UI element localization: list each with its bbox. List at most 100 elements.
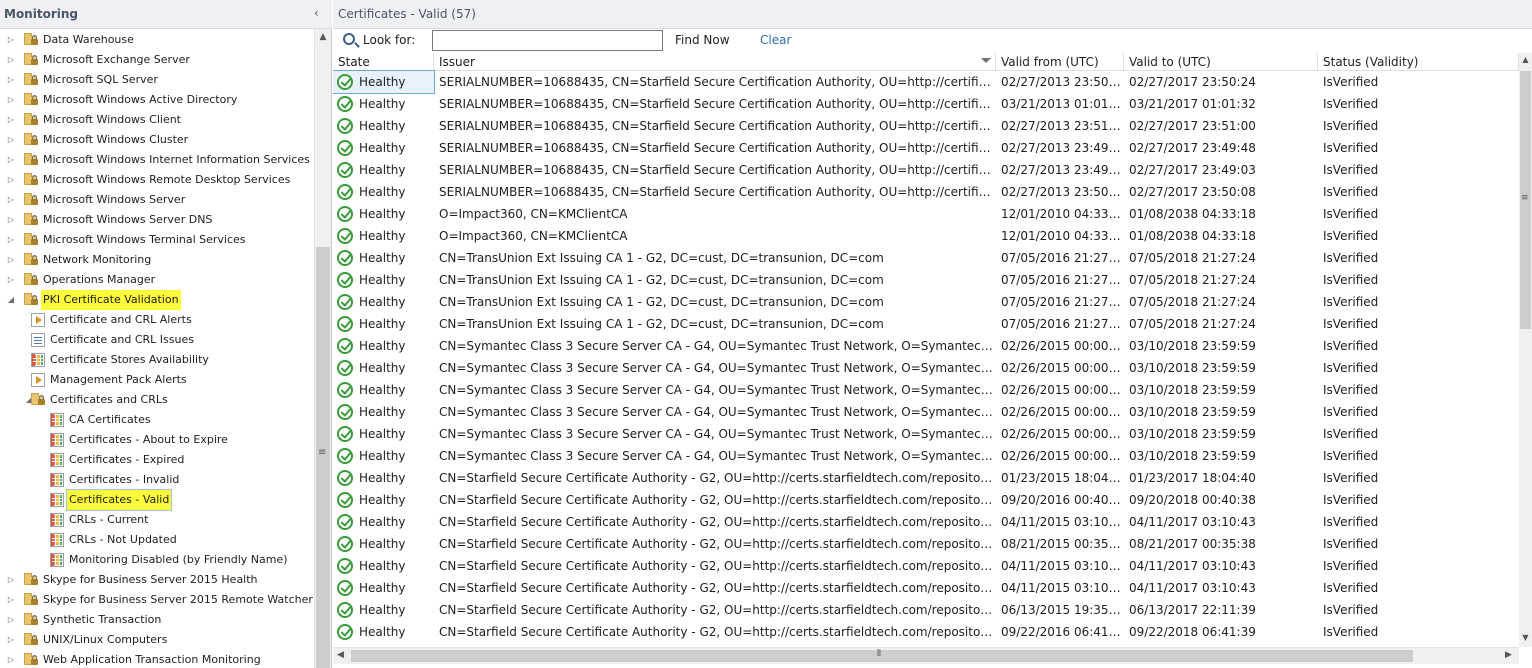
tree-item[interactable]: Certificate and CRL Alerts bbox=[0, 310, 314, 330]
grid-horizontal-scrollbar-thumb[interactable] bbox=[351, 650, 1413, 662]
expand-arrow-icon[interactable]: ▷ bbox=[6, 190, 16, 210]
issuer-cell: CN=Starfield Secure Certificate Authorit… bbox=[439, 515, 996, 529]
tree-item[interactable]: ▷ Microsoft Windows Terminal Services bbox=[0, 230, 314, 250]
expand-arrow-icon[interactable]: ▷ bbox=[6, 70, 16, 90]
expand-arrow-icon[interactable]: ▷ bbox=[6, 230, 16, 250]
collapse-pane-button[interactable]: ‹ bbox=[314, 6, 319, 20]
scroll-right-arrow-icon[interactable]: ▶ bbox=[1505, 650, 1512, 660]
tree-item[interactable]: ▷ Microsoft Windows Internet Information … bbox=[0, 150, 314, 170]
tree-item[interactable]: ◢ Certificates and CRLs bbox=[0, 390, 314, 410]
state-text: Healthy bbox=[359, 625, 406, 639]
table-row[interactable]: Healthy SERIALNUMBER=10688435, CN=Starfie… bbox=[333, 93, 1519, 115]
expand-arrow-icon[interactable]: ▷ bbox=[6, 30, 16, 50]
tree-item[interactable]: ▷ Microsoft Windows Remote Desktop Servic… bbox=[0, 170, 314, 190]
expand-arrow-icon[interactable]: ▷ bbox=[6, 570, 16, 590]
grid-vertical-scrollbar[interactable]: ▲ ≡ ▼ bbox=[1519, 53, 1532, 647]
expand-arrow-icon[interactable]: ▷ bbox=[6, 250, 16, 270]
tree-item[interactable]: ▷ Web Application Transaction Monitoring bbox=[0, 650, 314, 668]
expand-arrow-icon[interactable]: ▷ bbox=[6, 170, 16, 190]
tree-item[interactable]: Certificates - Invalid bbox=[0, 470, 314, 490]
expand-arrow-icon[interactable]: ▷ bbox=[6, 150, 16, 170]
table-row[interactable]: Healthy O=Impact360, CN=KMClientCA 12/01/2… bbox=[333, 225, 1519, 247]
table-row[interactable]: Healthy CN=Symantec Class 3 Secure Server… bbox=[333, 401, 1519, 423]
scroll-up-arrow-icon[interactable]: ▲ bbox=[1519, 55, 1532, 64]
expand-arrow-icon[interactable]: ▷ bbox=[6, 110, 16, 130]
tree-item[interactable]: ▷ Skype for Business Server 2015 Health bbox=[0, 570, 314, 590]
column-header-valid-to[interactable]: Valid to (UTC) bbox=[1124, 53, 1318, 71]
table-row[interactable]: Healthy CN=Symantec Class 3 Secure Server… bbox=[333, 445, 1519, 467]
look-for-input[interactable] bbox=[432, 30, 663, 51]
expand-arrow-icon[interactable]: ▷ bbox=[6, 210, 16, 230]
scroll-up-arrow-icon[interactable]: ▲ bbox=[315, 29, 331, 45]
tree-item[interactable]: CRLs - Not Updated bbox=[0, 530, 314, 550]
column-header-status[interactable]: Status (Validity) bbox=[1318, 53, 1519, 71]
tree-item[interactable]: ▷ Synthetic Transaction bbox=[0, 610, 314, 630]
table-row[interactable]: Healthy CN=TransUnion Ext Issuing CA 1 - … bbox=[333, 247, 1519, 269]
tree-item[interactable]: Monitoring Disabled (by Friendly Name) bbox=[0, 550, 314, 570]
tree-item[interactable]: ▷ Microsoft Windows Client bbox=[0, 110, 314, 130]
tree-item[interactable]: ▷ Microsoft Windows Active Directory bbox=[0, 90, 314, 110]
table-row[interactable]: Healthy CN=Starfield Secure Certificate A… bbox=[333, 577, 1519, 599]
tree-item[interactable]: ▷ Operations Manager bbox=[0, 270, 314, 290]
table-row[interactable]: Healthy CN=Starfield Secure Certificate A… bbox=[333, 621, 1519, 643]
table-row[interactable]: Healthy SERIALNUMBER=10688435, CN=Starfie… bbox=[333, 70, 1519, 94]
table-row[interactable]: Healthy CN=Starfield Secure Certificate A… bbox=[333, 533, 1519, 555]
collapse-arrow-icon[interactable]: ◢ bbox=[6, 290, 16, 310]
find-now-button[interactable]: Find Now bbox=[675, 33, 730, 47]
column-header-valid-from[interactable]: Valid from (UTC) bbox=[996, 53, 1124, 71]
tree-item[interactable]: Certificate and CRL Issues bbox=[0, 330, 314, 350]
table-row[interactable]: Healthy SERIALNUMBER=10688435, CN=Starfie… bbox=[333, 159, 1519, 181]
expand-arrow-icon[interactable]: ▷ bbox=[6, 90, 16, 110]
tree-item[interactable]: ▷ Network Monitoring bbox=[0, 250, 314, 270]
table-row[interactable]: Healthy CN=Starfield Secure Certificate A… bbox=[333, 511, 1519, 533]
tree-item[interactable]: ▷ Microsoft Windows Cluster bbox=[0, 130, 314, 150]
expand-arrow-icon[interactable]: ▷ bbox=[6, 50, 16, 70]
tree-item[interactable]: CRLs - Current bbox=[0, 510, 314, 530]
to-cell: 01/08/2038 04:33:18 bbox=[1129, 229, 1256, 243]
column-header-issuer[interactable]: Issuer bbox=[434, 53, 996, 71]
scroll-left-arrow-icon[interactable]: ◀ bbox=[337, 650, 344, 660]
tree-item[interactable]: ▷ UNIX/Linux Computers bbox=[0, 630, 314, 650]
table-row[interactable]: Healthy SERIALNUMBER=10688435, CN=Starfie… bbox=[333, 181, 1519, 203]
table-row[interactable]: Healthy CN=Starfield Secure Certificate A… bbox=[333, 599, 1519, 621]
scroll-down-arrow-icon[interactable]: ▼ bbox=[1519, 633, 1532, 642]
tree-item[interactable]: ▷ Microsoft Exchange Server bbox=[0, 50, 314, 70]
table-row[interactable]: Healthy CN=Starfield Secure Certificate A… bbox=[333, 467, 1519, 489]
column-header-state[interactable]: State bbox=[333, 53, 434, 71]
issuer-cell: SERIALNUMBER=10688435, CN=Starfield Secu… bbox=[439, 163, 996, 177]
tree-item[interactable]: ▷ Skype for Business Server 2015 Remote W… bbox=[0, 590, 314, 610]
table-row[interactable]: Healthy O=Impact360, CN=KMClientCA 12/01/2… bbox=[333, 203, 1519, 225]
tree-item[interactable]: ▷ Microsoft Windows Server bbox=[0, 190, 314, 210]
navigation-scrollbar[interactable]: ▲ ≡ bbox=[314, 29, 331, 668]
tree-item[interactable]: CA Certificates bbox=[0, 410, 314, 430]
expand-arrow-icon[interactable]: ▷ bbox=[6, 590, 16, 610]
table-row[interactable]: Healthy CN=Symantec Class 3 Secure Server… bbox=[333, 335, 1519, 357]
table-row[interactable]: Healthy CN=Symantec Class 3 Secure Server… bbox=[333, 379, 1519, 401]
sort-dropdown-icon[interactable] bbox=[981, 58, 991, 63]
tree-item[interactable]: Certificates - About to Expire bbox=[0, 430, 314, 450]
table-row[interactable]: Healthy CN=TransUnion Ext Issuing CA 1 - … bbox=[333, 269, 1519, 291]
table-row[interactable]: Healthy CN=TransUnion Ext Issuing CA 1 - … bbox=[333, 291, 1519, 313]
expand-arrow-icon[interactable]: ▷ bbox=[6, 630, 16, 650]
expand-arrow-icon[interactable]: ▷ bbox=[6, 130, 16, 150]
table-row[interactable]: Healthy SERIALNUMBER=10688435, CN=Starfie… bbox=[333, 115, 1519, 137]
grid-horizontal-scrollbar[interactable]: ◀ ⦀ ▶ bbox=[333, 647, 1519, 664]
tree-item[interactable]: Certificate Stores Availability bbox=[0, 350, 314, 370]
tree-item[interactable]: ▷ Data Warehouse bbox=[0, 30, 314, 50]
tree-item[interactable]: ▷ Microsoft Windows Server DNS bbox=[0, 210, 314, 230]
tree-item[interactable]: Certificates - Expired bbox=[0, 450, 314, 470]
expand-arrow-icon[interactable]: ▷ bbox=[6, 270, 16, 290]
table-row[interactable]: Healthy CN=Symantec Class 3 Secure Server… bbox=[333, 423, 1519, 445]
table-row[interactable]: Healthy SERIALNUMBER=10688435, CN=Starfie… bbox=[333, 137, 1519, 159]
table-row[interactable]: Healthy CN=Starfield Secure Certificate A… bbox=[333, 489, 1519, 511]
expand-arrow-icon[interactable]: ▷ bbox=[6, 650, 16, 668]
expand-arrow-icon[interactable]: ▷ bbox=[6, 610, 16, 630]
clear-link[interactable]: Clear bbox=[760, 33, 791, 47]
table-row[interactable]: Healthy CN=Starfield Secure Certificate A… bbox=[333, 555, 1519, 577]
table-row[interactable]: Healthy CN=Symantec Class 3 Secure Server… bbox=[333, 357, 1519, 379]
tree-item[interactable]: ▷ Microsoft SQL Server bbox=[0, 70, 314, 90]
tree-item[interactable]: ◢ PKI Certificate Validation bbox=[0, 290, 314, 310]
tree-item[interactable]: Management Pack Alerts bbox=[0, 370, 314, 390]
table-row[interactable]: Healthy CN=TransUnion Ext Issuing CA 1 - … bbox=[333, 313, 1519, 335]
tree-item[interactable]: Certificates - Valid bbox=[0, 489, 314, 511]
